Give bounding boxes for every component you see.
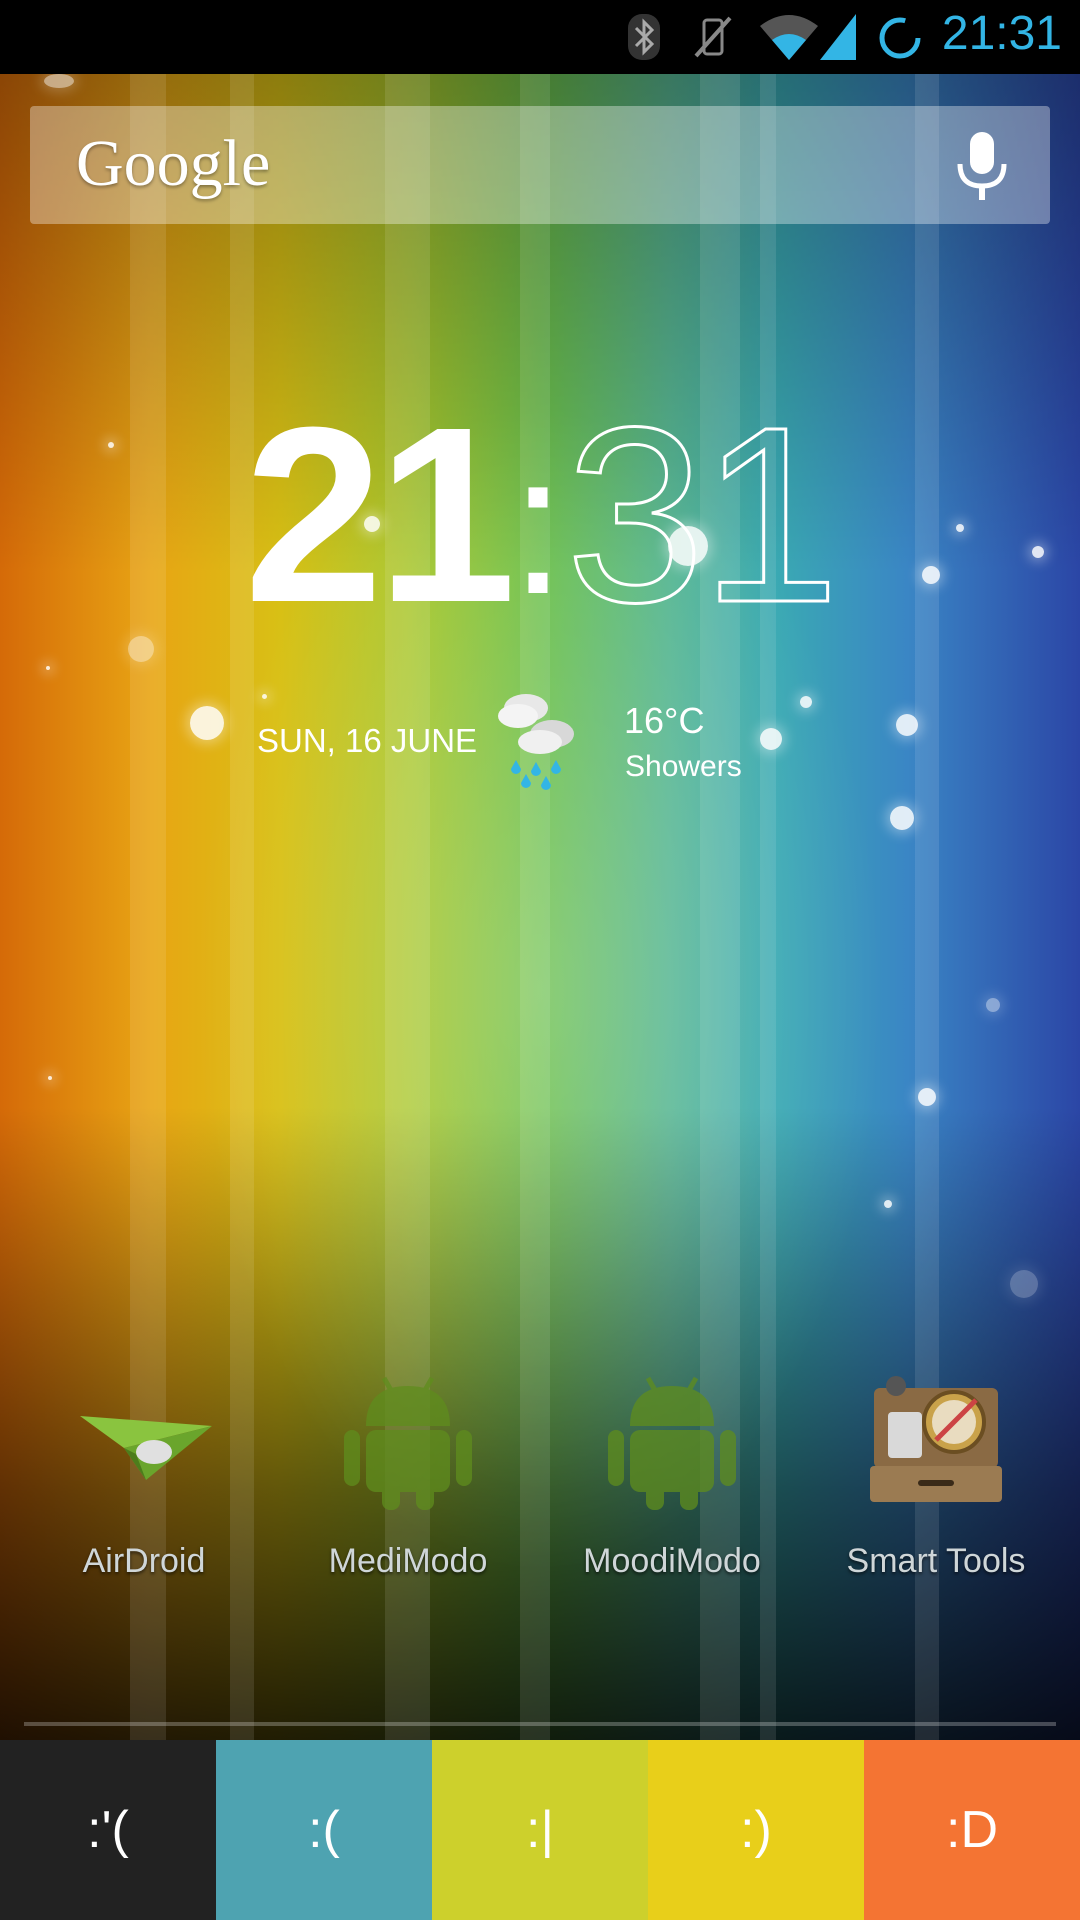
- clock-separator: :: [510, 413, 566, 636]
- vibrate-off-icon: [694, 16, 732, 58]
- app-moodimodo[interactable]: MoodiModo: [540, 1370, 804, 1590]
- status-bar: 21:31: [0, 0, 1080, 74]
- mood-button-happy[interactable]: :): [648, 1740, 864, 1920]
- clock-hours: 21: [244, 375, 516, 654]
- mood-button-very-happy[interactable]: :D: [864, 1740, 1080, 1920]
- rain-cloud-icon[interactable]: [496, 686, 580, 792]
- paper-plane-icon: [80, 1416, 212, 1480]
- bokeh-dot: [884, 1200, 892, 1208]
- sync-icon: [879, 17, 921, 59]
- google-search-bar[interactable]: Google: [30, 106, 1050, 224]
- app-label: Smart Tools: [846, 1542, 1026, 1580]
- bokeh-dot: [800, 696, 812, 708]
- mic-icon[interactable]: [942, 126, 1022, 206]
- bokeh-dot: [760, 728, 782, 750]
- mood-button-very-sad[interactable]: :'(: [0, 1740, 216, 1920]
- app-medimodo[interactable]: MediModo: [276, 1370, 540, 1590]
- dock-divider: [24, 1722, 1056, 1726]
- bokeh-dot: [986, 998, 1000, 1012]
- clock-minutes: 31: [564, 375, 841, 654]
- cell-signal-icon: [820, 14, 856, 60]
- clock-widget[interactable]: 21:31: [0, 388, 1080, 641]
- status-time: 21:31: [941, 7, 1062, 60]
- google-logo[interactable]: Google: [76, 126, 270, 202]
- bokeh-dot: [918, 1088, 936, 1106]
- date-label[interactable]: SUN, 16 JUNE: [257, 722, 477, 760]
- mood-button-sad[interactable]: :(: [216, 1740, 432, 1920]
- bokeh-dot: [44, 74, 74, 88]
- temperature-label[interactable]: 16°C: [624, 700, 704, 742]
- bokeh-dot: [262, 694, 267, 699]
- android-icon: [344, 1376, 472, 1510]
- mood-bar: :'( :( :| :) :D: [0, 1740, 1080, 1920]
- bokeh-dot: [896, 714, 918, 736]
- toolbox-icon: [870, 1376, 1002, 1502]
- app-label: MediModo: [328, 1542, 488, 1580]
- app-smart-tools[interactable]: Smart Tools: [804, 1370, 1068, 1590]
- android-icon: [608, 1376, 736, 1510]
- app-label: MoodiModo: [583, 1542, 761, 1580]
- wifi-icon: [760, 15, 818, 60]
- bokeh-dot: [48, 1076, 52, 1080]
- bokeh-dot: [46, 666, 50, 670]
- mood-button-neutral[interactable]: :|: [432, 1740, 648, 1920]
- weather-condition-label[interactable]: Showers: [625, 750, 742, 784]
- app-label: AirDroid: [82, 1542, 206, 1580]
- bokeh-dot: [190, 706, 224, 740]
- app-airdroid[interactable]: AirDroid: [12, 1370, 276, 1590]
- bluetooth-icon: [628, 14, 660, 60]
- bokeh-dot: [1010, 1270, 1038, 1298]
- bokeh-dot: [890, 806, 914, 830]
